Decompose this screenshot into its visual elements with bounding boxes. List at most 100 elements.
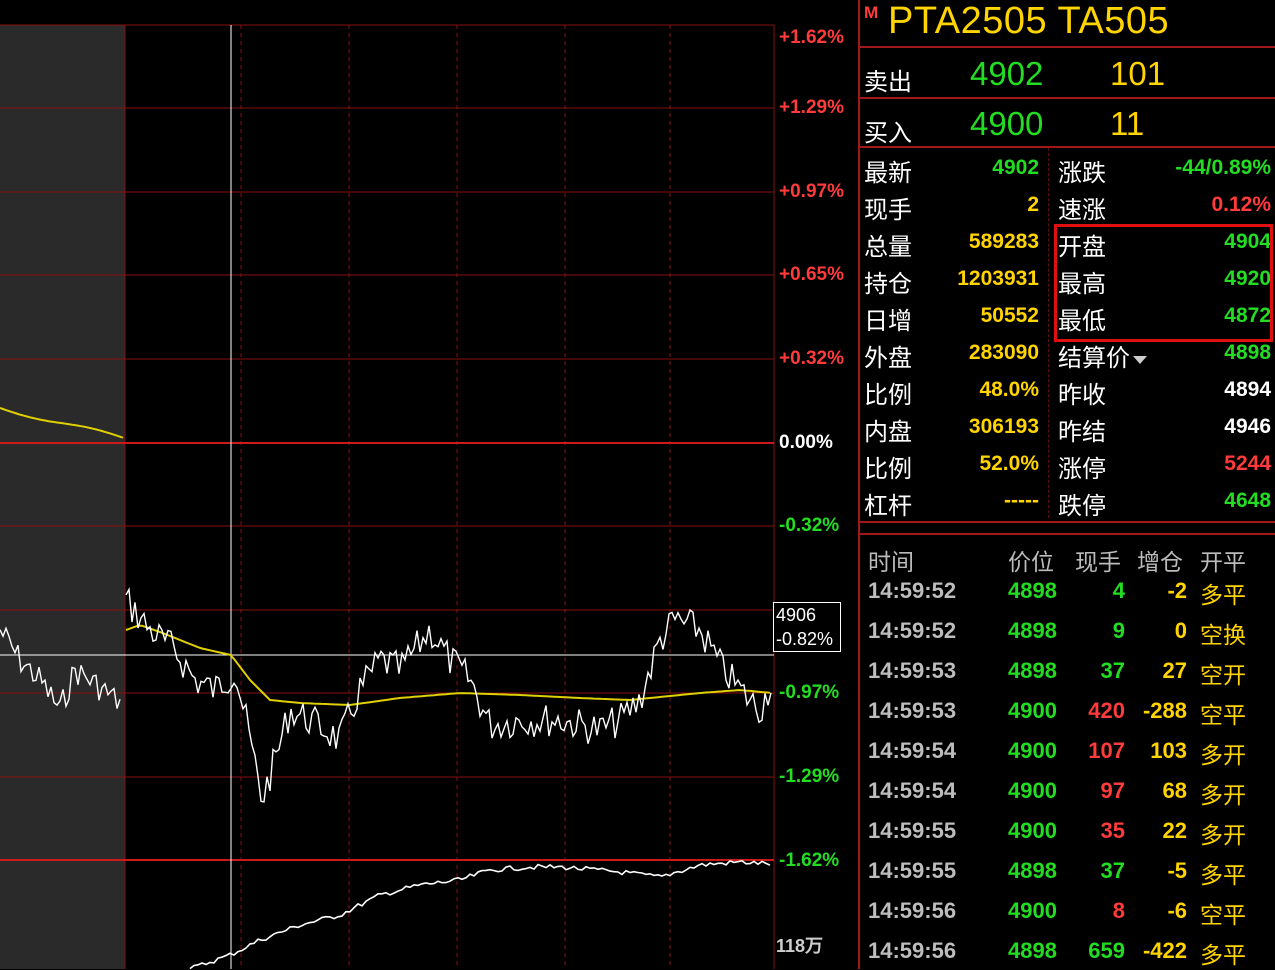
- chevron-down-icon[interactable]: [1133, 355, 1147, 364]
- crosshair-price: 4906: [776, 605, 817, 625]
- quote-left-label: 内盘: [864, 419, 912, 446]
- quote-right-label-text: 昨收: [1058, 382, 1106, 409]
- axis-label-pct-9: -1.62%: [779, 850, 840, 871]
- quote-left-label: 日增: [864, 308, 912, 335]
- axis-label-pct-5: +0.32%: [779, 348, 844, 369]
- buy-label: 买入: [864, 120, 912, 147]
- trade-header-price: 价位: [1008, 549, 1054, 575]
- divider: [860, 146, 1275, 148]
- quote-column-divider: [1048, 148, 1050, 518]
- highlight-annotation-box: [1054, 224, 1273, 342]
- crosshair-pct: -0.82%: [776, 629, 834, 649]
- chart-canvas[interactable]: [0, 0, 858, 969]
- trade-time: 14:59:56: [868, 938, 957, 963]
- trade-type: 多平: [1200, 942, 1246, 968]
- axis-label-pct-1: +1.62%: [779, 27, 844, 48]
- axis-label-pct-8: -1.29%: [779, 766, 840, 787]
- quote-left-value: 589283: [968, 230, 1039, 253]
- trade-qty: 37: [1100, 858, 1125, 883]
- trade-oi-change: -6: [1167, 898, 1187, 923]
- trade-qty: 659: [1088, 938, 1125, 963]
- trade-time: 14:59:53: [868, 698, 957, 723]
- trade-time: 14:59:52: [868, 618, 957, 643]
- quote-right-value: 0.12%: [1211, 193, 1271, 216]
- quote-right-label-text: 结算价: [1058, 345, 1130, 372]
- trade-qty: 97: [1100, 778, 1125, 803]
- buy-volume: 11: [1110, 105, 1145, 142]
- trade-type: 多平: [1200, 862, 1246, 888]
- trade-type: 空开: [1200, 662, 1246, 688]
- quote-left-value: 2: [1027, 193, 1039, 216]
- sell-label: 卖出: [864, 69, 912, 96]
- trade-oi-change: -288: [1142, 698, 1187, 723]
- quote-left-label: 外盘: [864, 345, 912, 372]
- previous-session-shade: [0, 25, 125, 969]
- trade-price: 4900: [1008, 738, 1057, 763]
- trade-price: 4900: [1008, 778, 1057, 803]
- trade-oi-change: -2: [1167, 578, 1187, 603]
- sell-volume: 101: [1110, 55, 1166, 92]
- axis-label-pct-4: +0.65%: [779, 264, 844, 285]
- quote-left-label: 最新: [864, 160, 912, 187]
- axis-label-pct-3: +0.97%: [779, 181, 844, 202]
- quote-panel: M PTA2505 TA505 卖出 4902 101 买入 4900 11 最…: [858, 0, 1275, 969]
- trade-type: 多开: [1200, 742, 1246, 768]
- quote-left-value: 4902: [992, 156, 1039, 179]
- trade-type: 多平: [1200, 582, 1246, 608]
- divider: [860, 521, 1275, 523]
- trade-time: 14:59:55: [868, 858, 957, 883]
- trade-price: 4898: [1008, 618, 1057, 643]
- volume-axis-label: 118万: [776, 936, 824, 956]
- axis-label-pct-6: -0.32%: [779, 515, 840, 536]
- sell-price[interactable]: 4902: [970, 55, 1043, 93]
- quote-right-label-text: 速涨: [1058, 197, 1106, 224]
- trade-qty: 35: [1100, 818, 1125, 843]
- instrument-title[interactable]: PTA2505 TA505: [888, 0, 1169, 43]
- quote-right-value: 4648: [1224, 489, 1271, 512]
- market-badge: M: [864, 3, 879, 22]
- trade-price: 4900: [1008, 698, 1057, 723]
- quote-left-label: 比例: [864, 382, 912, 409]
- quote-right-label: 速涨: [1058, 190, 1106, 225]
- trade-oi-change: -422: [1142, 938, 1187, 963]
- axis-label-pct-2: +1.29%: [779, 97, 844, 118]
- quote-right-label: 昨结: [1058, 412, 1106, 447]
- trade-time: 14:59:52: [868, 578, 957, 603]
- trade-price: 4898: [1008, 658, 1057, 683]
- trade-time: 14:59:54: [868, 778, 957, 803]
- trade-oi-change: -5: [1167, 858, 1187, 883]
- quote-left-value: 306193: [968, 415, 1039, 438]
- quote-left-label: 比例: [864, 456, 912, 483]
- buy-price[interactable]: 4900: [970, 105, 1043, 143]
- quote-left-label: 现手: [864, 197, 912, 224]
- quote-right-label: 跌停: [1058, 486, 1106, 521]
- intraday-chart[interactable]: +1.62% +1.29% +0.97% +0.65% +0.32% 0.00%…: [0, 0, 858, 969]
- quote-right-label: 涨停: [1058, 449, 1106, 484]
- axis-label-pct-7: -0.97%: [779, 682, 840, 703]
- trade-type: 空换: [1200, 622, 1246, 648]
- trade-qty: 4: [1112, 578, 1125, 603]
- quote-left-value: 48.0%: [979, 378, 1039, 401]
- quote-left-value: 1203931: [957, 267, 1039, 290]
- trade-qty: 420: [1088, 698, 1125, 723]
- quote-right-value: 4898: [1224, 341, 1271, 364]
- divider: [860, 46, 1275, 48]
- quote-left-label: 总量: [864, 234, 912, 261]
- quote-right-label-text: 涨跌: [1058, 160, 1106, 187]
- quote-right-value: 4946: [1224, 415, 1271, 438]
- trade-header-time: 时间: [868, 549, 914, 575]
- crosshair-readout: 4906 -0.82%: [773, 602, 841, 652]
- trade-header-qty: 现手: [1075, 549, 1121, 575]
- trade-price: 4898: [1008, 858, 1057, 883]
- axis-label-pct-zero: 0.00%: [779, 432, 833, 453]
- trade-qty: 107: [1088, 738, 1125, 763]
- divider: [860, 97, 1275, 99]
- quote-right-label: 昨收: [1058, 375, 1106, 410]
- grid-vertical-lines: [124, 25, 775, 969]
- quote-right-label[interactable]: 结算价: [1058, 338, 1147, 373]
- trade-time: 14:59:54: [868, 738, 957, 763]
- divider: [860, 533, 1275, 535]
- trade-type: 多开: [1200, 782, 1246, 808]
- trade-oi-change: 68: [1162, 778, 1187, 803]
- trade-time: 14:59:55: [868, 818, 957, 843]
